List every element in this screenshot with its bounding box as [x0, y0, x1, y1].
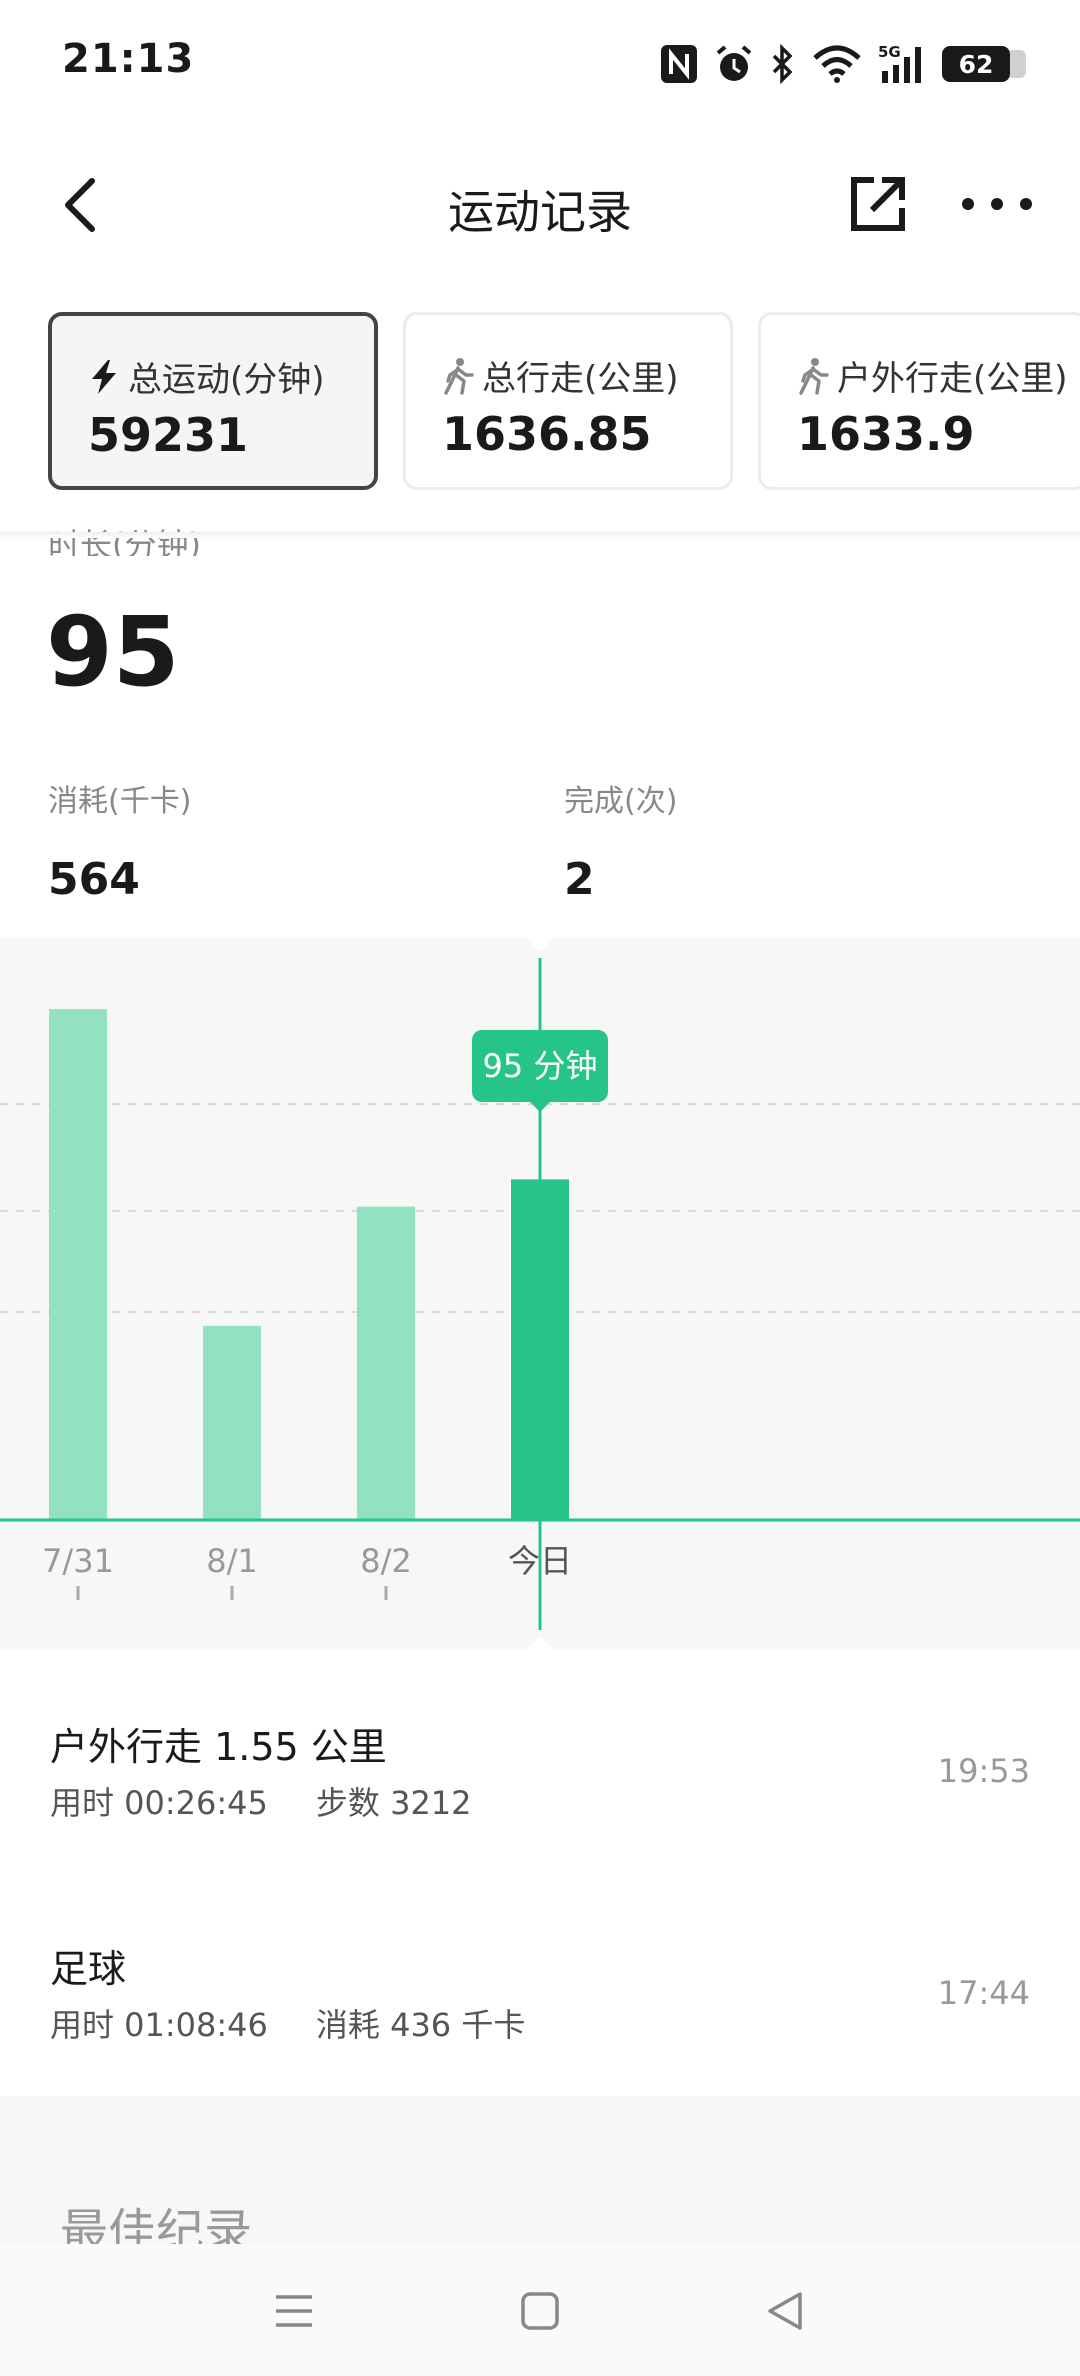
record-duration: 用时 01:08:46 [50, 2006, 268, 2044]
menu-icon [276, 2295, 312, 2327]
completed-value: 2 [564, 854, 595, 905]
share-external-icon [851, 177, 905, 231]
menu-nav-button[interactable] [254, 2276, 334, 2346]
category-cards: 总运动(分钟) 59231 总行走(公里) 1636.85 户外行走(公里) 1… [48, 312, 1080, 492]
alarm-icon [716, 45, 752, 81]
card-label: 总运动(分钟) [128, 360, 325, 400]
svg-text:5G: 5G [878, 43, 901, 61]
battery-level: 62 [958, 49, 994, 79]
back-nav-button[interactable] [744, 2276, 824, 2346]
walking-person-icon [444, 357, 474, 395]
card-label: 户外行走(公里) [837, 359, 1068, 399]
battery-icon: 62 [942, 46, 1026, 82]
best-record-title: 最佳纪录 [60, 2204, 253, 2246]
status-bar: 21:13 5G 62 [0, 0, 1080, 130]
home-nav-button[interactable] [500, 2276, 580, 2346]
chart-bar [49, 1009, 107, 1520]
duration-label: 时长(分钟) [48, 526, 201, 556]
card-total-exercise[interactable]: 总运动(分钟) 59231 [48, 312, 378, 490]
record-time: 19:53 [937, 1752, 1030, 1790]
record-item-walking[interactable]: 户外行走 1.55 公里 用时 00:26:45 步数 3212 19:53 [0, 1716, 1080, 1896]
record-calories: 消耗 436 千卡 [315, 2006, 526, 2044]
record-title: 足球 [50, 1947, 127, 1991]
record-item-football[interactable]: 足球 用时 01:08:46 消耗 436 千卡 17:44 [0, 1938, 1080, 2118]
system-nav-bar [0, 2244, 1080, 2376]
home-square-icon [521, 2292, 559, 2330]
record-title: 户外行走 1.55 公里 [50, 1725, 387, 1769]
record-time: 17:44 [937, 1974, 1030, 2012]
record-steps: 步数 3212 [315, 1784, 472, 1822]
header-divider [0, 532, 1080, 538]
walking-person-icon [799, 357, 829, 395]
calories-stat: 消耗(千卡) 564 [48, 776, 191, 905]
card-label: 总行走(公里) [482, 359, 679, 399]
signal-5g-icon: 5G [878, 43, 921, 83]
page-title: 运动记录 [448, 185, 632, 239]
x-tick-label: 8/2 [360, 1542, 412, 1580]
status-icons: 5G 62 [660, 40, 1026, 88]
x-tick-label: 8/1 [206, 1542, 258, 1580]
card-value: 1636.85 [442, 407, 652, 461]
bar-chart[interactable]: 7/31 8/1 8/2 今日 95 分钟 [0, 938, 1080, 1650]
x-tick-label: 今日 [508, 1542, 572, 1580]
card-value: 1633.9 [797, 407, 975, 461]
completed-label: 完成(次) [564, 784, 678, 819]
app-header: 运动记录 [0, 150, 1080, 260]
share-button[interactable] [846, 172, 910, 236]
calories-label: 消耗(千卡) [48, 784, 192, 819]
wifi-icon [813, 45, 861, 83]
card-total-walking[interactable]: 总行走(公里) 1636.85 [403, 312, 733, 490]
nfc-icon [661, 45, 697, 83]
duration-value: 95 [46, 596, 180, 708]
calories-value: 564 [48, 854, 140, 905]
card-outdoor-walking[interactable]: 户外行走(公里) 1633.9 [758, 312, 1080, 490]
status-time: 21:13 [62, 36, 195, 82]
back-triangle-icon [768, 2292, 802, 2330]
chart-bar [203, 1325, 261, 1520]
more-dots-icon [962, 198, 974, 210]
more-options-button[interactable] [962, 174, 1032, 234]
x-tick-label: 7/31 [42, 1542, 114, 1580]
tooltip-label: 95 分钟 [483, 1047, 598, 1085]
bluetooth-icon [772, 44, 793, 84]
exercise-chart[interactable]: 7/31 8/1 8/2 今日 95 分钟 [0, 938, 1080, 1650]
chart-bar [357, 1206, 415, 1520]
record-duration: 用时 00:26:45 [50, 1784, 268, 1822]
completed-stat: 完成(次) 2 [564, 776, 677, 905]
best-record-section: 最佳纪录 [0, 2096, 1080, 2246]
card-value: 59231 [88, 408, 249, 462]
lightning-icon [92, 359, 116, 394]
